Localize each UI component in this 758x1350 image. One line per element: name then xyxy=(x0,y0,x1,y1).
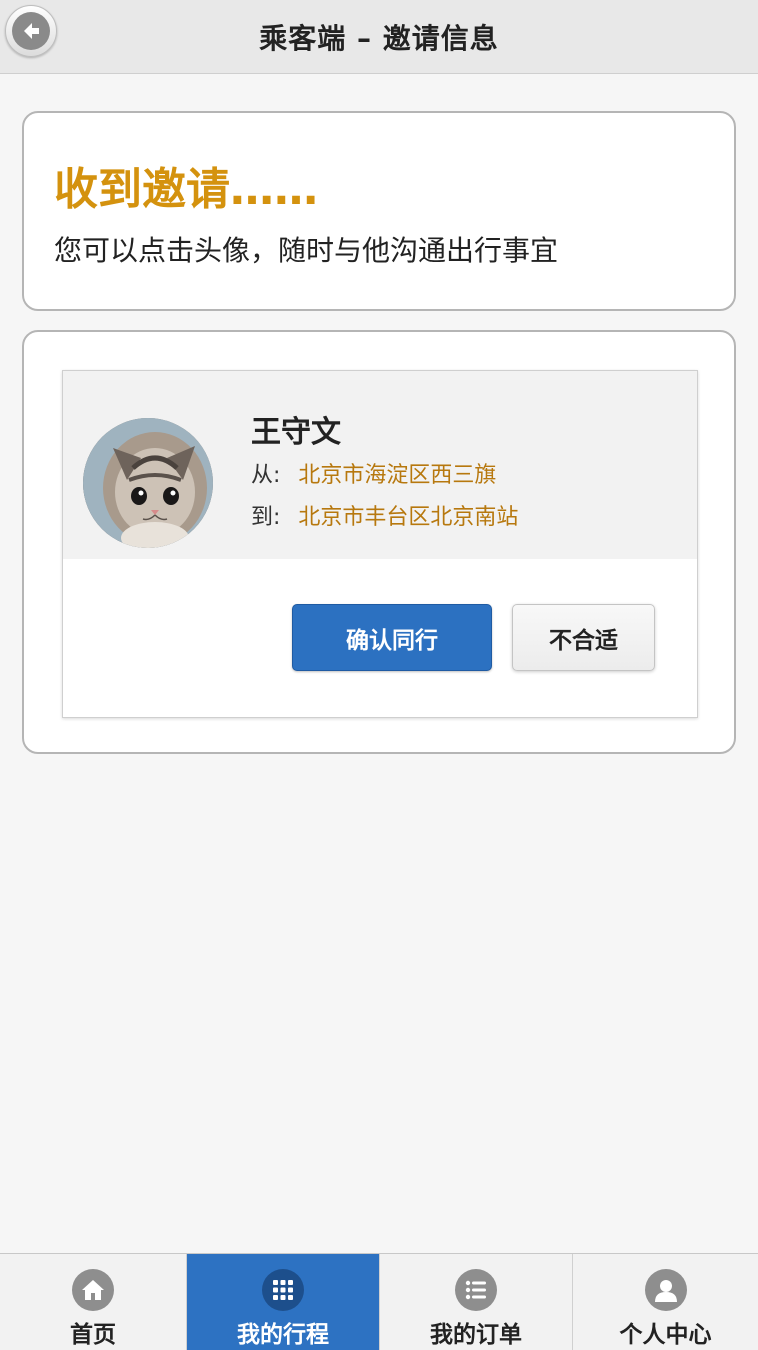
page-title: 乘客端 – 邀请信息 xyxy=(259,21,499,55)
home-icon xyxy=(72,1269,114,1311)
nav-label-my-trips: 我的行程 xyxy=(237,1322,329,1348)
notice-card: 收到邀请…… 您可以点击头像，随时与他沟通出行事宜 xyxy=(22,111,736,311)
header-bar: 乘客端 – 邀请信息 xyxy=(0,0,758,74)
from-value: 北京市海淀区西三旗 xyxy=(298,463,497,488)
to-value: 北京市丰台区北京南站 xyxy=(298,505,519,530)
from-label: 从: xyxy=(251,463,281,488)
notice-text: 您可以点击头像，随时与他沟通出行事宜 xyxy=(54,234,559,267)
route-from: 从: 北京市海淀区西三旗 xyxy=(251,457,496,489)
decline-button[interactable]: 不合适 xyxy=(512,604,655,671)
notice-title: 收到邀请…… xyxy=(54,164,318,215)
nav-item-profile[interactable]: 个人中心 xyxy=(573,1254,758,1350)
invite-card: 王守文 从: 北京市海淀区西三旗 到: 北京市丰台区北京南站 确认同行 不合适 xyxy=(22,330,736,754)
user-icon xyxy=(644,1269,687,1311)
invite-item: 王守文 从: 北京市海淀区西三旗 到: 北京市丰台区北京南站 确认同行 不合适 xyxy=(62,370,698,718)
to-label: 到: xyxy=(251,505,281,530)
driver-name: 王守文 xyxy=(251,415,341,450)
bottom-nav: 首页 我的行程 我的订单 个人中心 xyxy=(0,1253,758,1350)
back-button[interactable] xyxy=(5,5,57,57)
arrow-left-icon xyxy=(12,12,50,50)
nav-item-my-trips[interactable]: 我的行程 xyxy=(187,1254,380,1350)
avatar[interactable] xyxy=(83,418,213,548)
confirm-button[interactable]: 确认同行 xyxy=(292,604,492,671)
list-icon xyxy=(455,1269,497,1311)
route-to: 到: 北京市丰台区北京南站 xyxy=(251,499,518,531)
grid-icon xyxy=(262,1269,304,1311)
nav-item-home[interactable]: 首页 xyxy=(0,1254,187,1350)
nav-label-profile: 个人中心 xyxy=(619,1322,712,1348)
nav-item-my-orders[interactable]: 我的订单 xyxy=(380,1254,573,1350)
invite-info: 王守文 从: 北京市海淀区西三旗 到: 北京市丰台区北京南站 xyxy=(63,371,697,559)
nav-label-my-orders: 我的订单 xyxy=(430,1322,522,1348)
nav-label-home: 首页 xyxy=(70,1322,116,1348)
